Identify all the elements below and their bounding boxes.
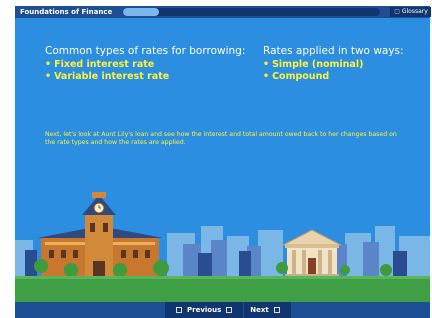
borrowing-rates-heading: Common types of rates for borrowing: [45,45,246,57]
grass [15,276,430,302]
book-icon: ▢ [394,8,400,15]
bottom-nav-bar: Previous Next [15,302,430,318]
previous-icon [176,307,182,313]
previous-label: Previous [187,306,222,314]
previous-button[interactable]: Previous [165,302,244,318]
course-title: Foundations of Finance [20,8,113,16]
nav-buttons: Previous Next [165,302,292,318]
divider-icon [226,307,233,313]
progress-fill [123,8,159,16]
glossary-label: Glossary [401,8,428,15]
narration-text: Next, let's look at Aunt Lily's loan and… [45,131,397,147]
next-button[interactable]: Next [244,302,291,318]
course-player: Foundations of Finance ▢ Glossary Common… [0,0,432,318]
borrowing-rate-types: Common types of rates for borrowing: • Fi… [45,45,250,83]
school-building [37,192,163,278]
slide-stage: Common types of rates for borrowing: • Fi… [15,18,430,302]
next-icon [273,307,280,313]
progress-bar [123,8,380,16]
bullet-compound: • Compound [263,71,330,82]
bank-building [282,229,342,278]
rate-application-heading: Rates applied in two ways: [263,45,404,57]
rate-application-methods: Rates applied in two ways: • Simple (nomi… [263,45,423,83]
glossary-button[interactable]: ▢ Glossary [390,7,431,17]
bullet-simple: • Simple (nominal) [263,59,364,70]
bullet-fixed-rate: • Fixed interest rate [45,59,155,70]
next-label: Next [250,306,269,314]
top-bar: Foundations of Finance ▢ Glossary [15,6,431,18]
bullet-variable-rate: • Variable interest rate [45,71,170,82]
